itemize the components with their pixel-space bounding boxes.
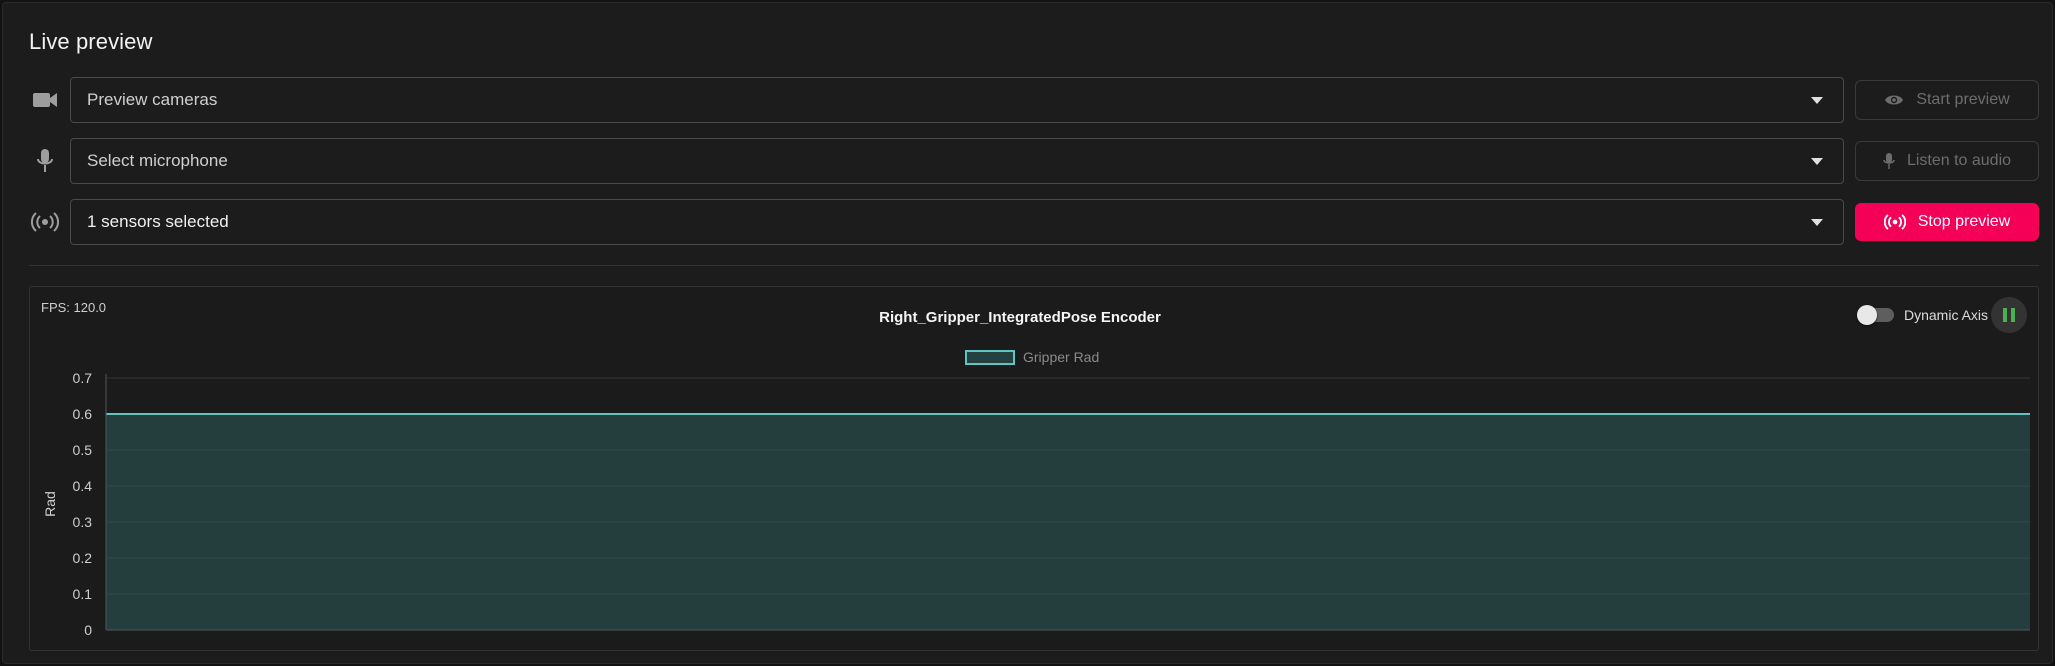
y-axis-label: Rad	[42, 491, 58, 517]
y-tick-label: 0.2	[73, 550, 93, 566]
listen-to-audio-button[interactable]: Listen to audio	[1855, 141, 2039, 181]
chevron-down-icon	[1811, 158, 1823, 165]
y-tick-label: 0.5	[73, 442, 93, 458]
microphone-select[interactable]: Select microphone	[70, 138, 1844, 184]
y-tick-label: 0.1	[73, 586, 93, 602]
sensor-broadcast-icon	[29, 206, 61, 238]
y-tick-label: 0	[84, 622, 92, 638]
video-camera-icon	[29, 84, 61, 116]
chevron-down-icon	[1811, 219, 1823, 226]
stop-preview-button[interactable]: Stop preview	[1855, 203, 2039, 241]
y-tick-label: 0.4	[73, 478, 93, 494]
chevron-down-icon	[1811, 97, 1823, 104]
divider	[29, 265, 2039, 266]
page-title: Live preview	[29, 29, 153, 54]
sensor-broadcast-icon	[1883, 214, 1906, 230]
y-tick-label: 0.3	[73, 514, 93, 530]
camera-select[interactable]: Preview cameras	[70, 77, 1844, 123]
microphone-icon	[1883, 153, 1895, 169]
sensor-select-value: 1 sensors selected	[87, 212, 229, 231]
sensor-chart-card: FPS: 120.0 Right_Gripper_IntegratedPose …	[29, 286, 2039, 651]
live-preview-panel: Live preview Preview cameras Start previ…	[2, 2, 2053, 664]
start-preview-button[interactable]: Start preview	[1855, 80, 2039, 120]
y-tick-label: 0.7	[73, 370, 93, 386]
start-preview-label: Start preview	[1916, 91, 2010, 108]
microphone-select-value: Select microphone	[87, 151, 228, 170]
sensor-select[interactable]: 1 sensors selected	[70, 199, 1844, 245]
eye-icon	[1885, 95, 1904, 105]
camera-select-value: Preview cameras	[87, 90, 218, 109]
listen-to-audio-label: Listen to audio	[1906, 152, 2012, 169]
chart-plot-area: 0 0.1 0.2 0.3 0.4 0.5 0.6 0.7 Rad	[42, 370, 2030, 638]
microphone-icon	[29, 145, 61, 177]
y-tick-label: 0.6	[73, 406, 93, 422]
stop-preview-label: Stop preview	[1917, 213, 2011, 230]
